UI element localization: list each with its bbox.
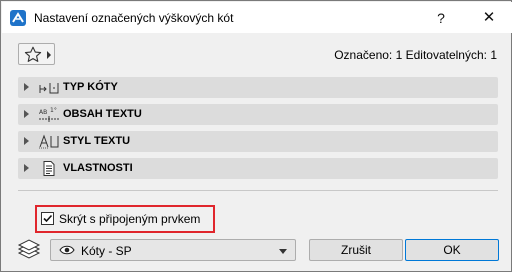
panel-text-content[interactable]: AB 1° OBSAH TEXTU bbox=[18, 104, 498, 125]
hide-with-linked-label[interactable]: Skrýt s připojeným prvkem bbox=[59, 212, 200, 226]
chevron-down-icon bbox=[279, 249, 287, 254]
selection-info: Označeno: 1 Editovatelných: 1 bbox=[334, 48, 497, 62]
dialog-window: Nastavení označených výškových kót ? ✕ O… bbox=[0, 0, 512, 272]
panel-label: STYL TEXTU bbox=[63, 135, 131, 147]
panel-text-style[interactable]: STYL TEXTU bbox=[18, 131, 498, 152]
cancel-button[interactable]: Zrušit bbox=[309, 239, 403, 261]
app-icon bbox=[10, 10, 26, 26]
text-style-icon bbox=[39, 134, 59, 149]
expand-arrow-icon bbox=[24, 137, 29, 145]
layers-icon bbox=[17, 239, 41, 259]
svg-text:1°: 1° bbox=[50, 107, 57, 114]
checkmark-icon bbox=[43, 214, 53, 223]
eye-icon bbox=[59, 245, 75, 255]
panel-label: VLASTNOSTI bbox=[63, 162, 133, 174]
layer-value: Kóty - SP bbox=[81, 244, 132, 258]
hide-with-linked-checkbox[interactable] bbox=[41, 212, 54, 225]
favorites-button[interactable] bbox=[18, 43, 55, 65]
divider bbox=[18, 190, 498, 191]
star-icon bbox=[24, 46, 42, 62]
chevron-right-icon bbox=[47, 51, 51, 59]
window-title: Nastavení označených výškových kót bbox=[34, 11, 234, 25]
layer-select[interactable]: Kóty - SP bbox=[50, 239, 296, 261]
text-content-icon: AB 1° bbox=[39, 107, 59, 122]
properties-icon bbox=[43, 161, 55, 176]
help-button[interactable]: ? bbox=[429, 6, 453, 30]
close-button[interactable]: ✕ bbox=[475, 6, 503, 30]
dimension-type-icon bbox=[39, 83, 59, 94]
expand-arrow-icon bbox=[24, 164, 29, 172]
panel-label: OBSAH TEXTU bbox=[63, 108, 142, 120]
expand-arrow-icon bbox=[24, 110, 29, 118]
title-bar: Nastavení označených výškových kót ? ✕ bbox=[2, 2, 512, 33]
ok-button[interactable]: OK bbox=[405, 239, 499, 261]
expand-arrow-icon bbox=[24, 83, 29, 91]
svg-text:AB: AB bbox=[39, 109, 47, 116]
panel-dimension-type[interactable]: TYP KÓTY bbox=[18, 77, 498, 98]
panel-label: TYP KÓTY bbox=[63, 81, 118, 93]
panel-properties[interactable]: VLASTNOSTI bbox=[18, 158, 498, 179]
